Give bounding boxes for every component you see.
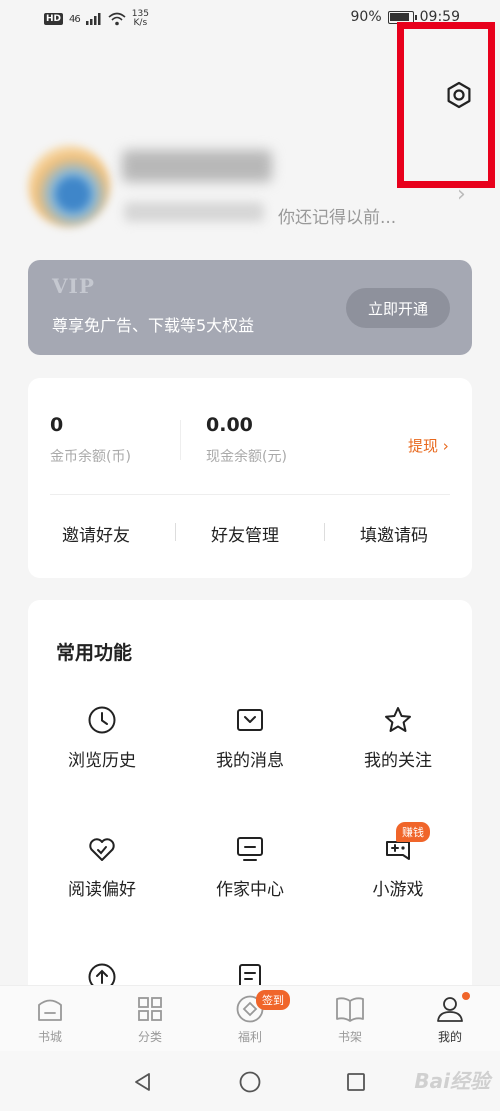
back-triangle-icon bbox=[135, 1073, 150, 1091]
browse-history-item[interactable]: 浏览历史 bbox=[42, 704, 162, 771]
heart-icon bbox=[89, 838, 115, 861]
my-messages-item[interactable]: 我的消息 bbox=[190, 704, 310, 771]
tab-label: 分类 bbox=[137, 1030, 162, 1044]
item-label: 阅读偏好 bbox=[68, 880, 136, 900]
divider bbox=[175, 523, 176, 541]
divider bbox=[180, 420, 181, 460]
earn-badge: 赚钱 bbox=[396, 822, 430, 842]
book-icon bbox=[336, 997, 364, 1022]
network-speed: 135 K/s bbox=[132, 10, 149, 28]
tab-label: 我的 bbox=[437, 1030, 462, 1044]
vip-open-button[interactable]: 立即开通 bbox=[346, 288, 450, 328]
hd-badge: HD bbox=[44, 13, 64, 25]
tab-label: 书城 bbox=[37, 1030, 62, 1044]
tab-label: 书架 bbox=[337, 1030, 362, 1044]
cash-label: 现金余额(元) bbox=[206, 449, 287, 465]
item-label: 浏览历史 bbox=[68, 751, 136, 771]
reading-preference-item[interactable]: 阅读偏好 bbox=[42, 833, 162, 900]
avatar[interactable] bbox=[28, 145, 110, 227]
tab-bookstore[interactable]: 书城 bbox=[0, 994, 100, 1045]
nav-recents-button[interactable] bbox=[341, 1067, 371, 1097]
coin-label: 金币余额(币) bbox=[50, 449, 131, 465]
vip-description: 尊享免广告、下载等5大权益 bbox=[52, 316, 255, 335]
sign-in-badge: 签到 bbox=[256, 990, 290, 1010]
tab-mine[interactable]: 我的 bbox=[400, 994, 500, 1045]
vip-title: VIP bbox=[52, 274, 95, 298]
tab-category[interactable]: 分类 bbox=[100, 994, 200, 1045]
wifi-icon bbox=[108, 12, 126, 26]
nav-back-button[interactable] bbox=[128, 1067, 158, 1097]
friend-management-button[interactable]: 好友管理 bbox=[211, 521, 279, 546]
monitor-icon bbox=[237, 837, 263, 861]
bookstore-icon bbox=[38, 999, 62, 1021]
tab-label: 福利 bbox=[237, 1030, 262, 1044]
chevron-right-icon[interactable]: › bbox=[457, 182, 466, 207]
signal-icon bbox=[85, 13, 101, 25]
bottom-tab-bar: 书城 分类 福利 书架 我的 签到 bbox=[0, 985, 500, 1051]
recents-square-icon bbox=[347, 1073, 365, 1091]
system-nav-bar: Bai经验 bbox=[0, 1051, 500, 1111]
cash-balance[interactable]: 0.00 现金余额(元) bbox=[206, 414, 287, 466]
item-label: 作家中心 bbox=[216, 880, 284, 900]
network-type: 46 bbox=[69, 13, 81, 25]
withdraw-link[interactable]: 提现 › bbox=[408, 435, 449, 456]
mini-games-item[interactable]: 小游戏 bbox=[338, 833, 458, 900]
section-title: 常用功能 bbox=[56, 642, 133, 664]
coin-balance[interactable]: 0 金币余额(币) bbox=[50, 414, 131, 466]
user-info-blurred bbox=[124, 202, 264, 222]
profile-recall-text[interactable]: 你还记得以前... bbox=[278, 203, 396, 228]
speed-unit: K/s bbox=[133, 18, 148, 28]
grid-icon bbox=[138, 997, 162, 1021]
star-icon bbox=[385, 707, 411, 732]
vip-banner[interactable]: VIP 尊享免广告、下载等5大权益 立即开通 bbox=[28, 260, 472, 355]
divider bbox=[50, 494, 450, 495]
common-functions-card: 常用功能 浏览历史 我的消息 我的关注 阅读偏好 作家中心 小游戏 赚钱 bbox=[28, 600, 472, 1020]
watermark: Bai经验 bbox=[414, 1069, 490, 1093]
message-icon bbox=[237, 709, 263, 731]
user-icon bbox=[437, 997, 463, 1022]
nav-home-button[interactable] bbox=[235, 1067, 265, 1097]
enter-invite-code-button[interactable]: 填邀请码 bbox=[360, 521, 428, 546]
battery-percent: 90% bbox=[350, 9, 382, 25]
coin-value: 0 bbox=[50, 414, 64, 436]
author-center-item[interactable]: 作家中心 bbox=[190, 833, 310, 900]
wallet-card: 0 金币余额(币) 0.00 现金余额(元) 提现 › 邀请好友 好友管理 填邀… bbox=[28, 378, 472, 578]
tab-bookshelf[interactable]: 书架 bbox=[300, 994, 400, 1045]
my-following-item[interactable]: 我的关注 bbox=[338, 704, 458, 771]
item-label: 小游戏 bbox=[372, 880, 424, 900]
item-label: 我的消息 bbox=[216, 751, 284, 771]
divider bbox=[324, 523, 325, 541]
status-left: HD 46 135 K/s bbox=[44, 10, 149, 28]
home-circle-icon bbox=[239, 1071, 261, 1093]
invite-friends-button[interactable]: 邀请好友 bbox=[62, 521, 130, 546]
notification-dot bbox=[462, 992, 470, 1000]
username-blurred bbox=[122, 150, 272, 182]
cash-value: 0.00 bbox=[206, 414, 253, 436]
clock-icon bbox=[88, 706, 116, 734]
highlight-box bbox=[397, 22, 495, 188]
item-label: 我的关注 bbox=[364, 751, 432, 771]
